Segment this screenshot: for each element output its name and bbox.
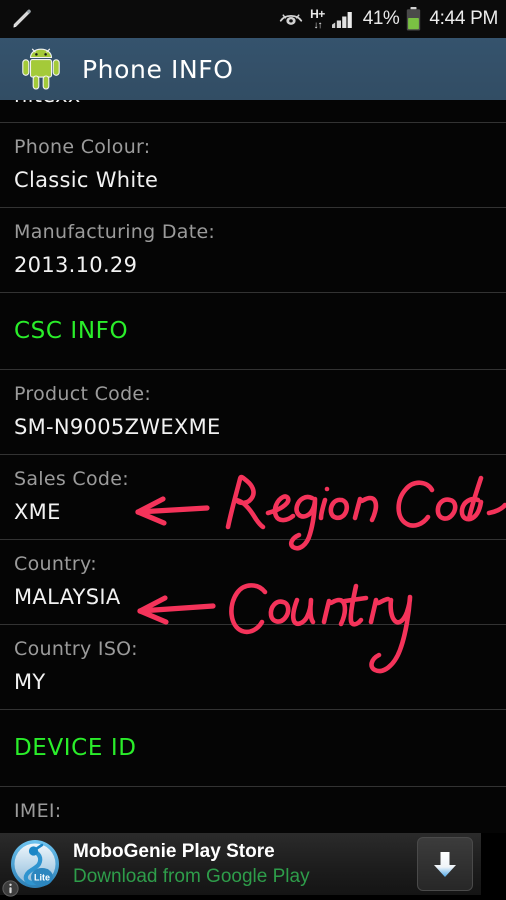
list-row-clipped[interactable]: hltexx (0, 100, 506, 123)
clipped-value: hltexx (14, 100, 81, 107)
list-row-country[interactable]: Country: MALAYSIA (0, 540, 506, 625)
row-label: Country ISO: (14, 638, 138, 660)
network-arrows-label: ↓↑ (313, 19, 322, 31)
row-value: Classic White (14, 168, 159, 192)
row-label: Manufacturing Date: (14, 221, 216, 243)
row-label: Product Code: (14, 383, 152, 405)
row-value: 2013.10.29 (14, 253, 138, 277)
list-row-sales-code[interactable]: Sales Code: XME (0, 455, 506, 540)
row-label: Country: (14, 553, 97, 575)
ad-banner[interactable]: Lite MoboGenie Play Store Download from … (0, 833, 506, 900)
row-label: IMEI: (14, 800, 62, 822)
network-type-label: H+ (310, 6, 325, 21)
phone-screen: H+ ↓↑ 41% 4:44 PM Phone INFO Phone Colou… (0, 0, 506, 900)
section-title: DEVICE ID (14, 735, 137, 761)
status-bar: H+ ↓↑ 41% 4:44 PM (0, 0, 506, 38)
ad-download-button[interactable] (417, 837, 473, 891)
list-row-manufacturing-date[interactable]: Manufacturing Date: 2013.10.29 (0, 208, 506, 293)
list-row-phone-colour[interactable]: Phone Colour: Classic White (0, 123, 506, 208)
android-robot-icon[interactable] (22, 48, 60, 90)
eye-icon (279, 11, 303, 27)
info-list[interactable]: hltexx Phone Colour: Classic White Manuf… (0, 100, 506, 833)
network-type-icon: H+ ↓↑ (310, 8, 325, 31)
download-arrow-icon (434, 852, 456, 877)
pencil-icon (10, 7, 34, 31)
adchoices-info-icon[interactable] (2, 880, 19, 897)
row-value: SM-N9005ZWEXME (14, 415, 221, 439)
section-header-csc-info: CSC INFO (0, 293, 506, 370)
ad-banner-content[interactable]: Lite MoboGenie Play Store Download from … (0, 833, 481, 895)
ad-title: MoboGenie Play Store (73, 840, 275, 862)
row-value: MALAYSIA (14, 585, 121, 609)
ad-subtitle: Download from Google Play (73, 865, 310, 887)
row-label: Phone Colour: (14, 136, 151, 158)
row-value: MY (14, 670, 46, 694)
status-bar-right: H+ ↓↑ 41% 4:44 PM (279, 7, 498, 31)
status-bar-left (10, 7, 34, 31)
signal-bars-icon (331, 9, 356, 29)
app-bar: Phone INFO (0, 38, 506, 100)
list-row-product-code[interactable]: Product Code: SM-N9005ZWEXME (0, 370, 506, 455)
list-row-country-iso[interactable]: Country ISO: MY (0, 625, 506, 710)
list-row-imei[interactable]: IMEI: (0, 787, 506, 833)
ad-logo-badge-label: Lite (34, 873, 50, 883)
section-header-device-id: DEVICE ID (0, 710, 506, 787)
battery-icon (406, 7, 421, 31)
row-label: Sales Code: (14, 468, 129, 490)
clock-label: 4:44 PM (429, 8, 498, 29)
ad-text-block: MoboGenie Play Store Download from Googl… (73, 840, 310, 889)
page-title: Phone INFO (82, 54, 234, 84)
battery-percent-label: 41% (362, 8, 400, 29)
section-title: CSC INFO (14, 318, 129, 344)
row-value: XME (14, 500, 61, 524)
